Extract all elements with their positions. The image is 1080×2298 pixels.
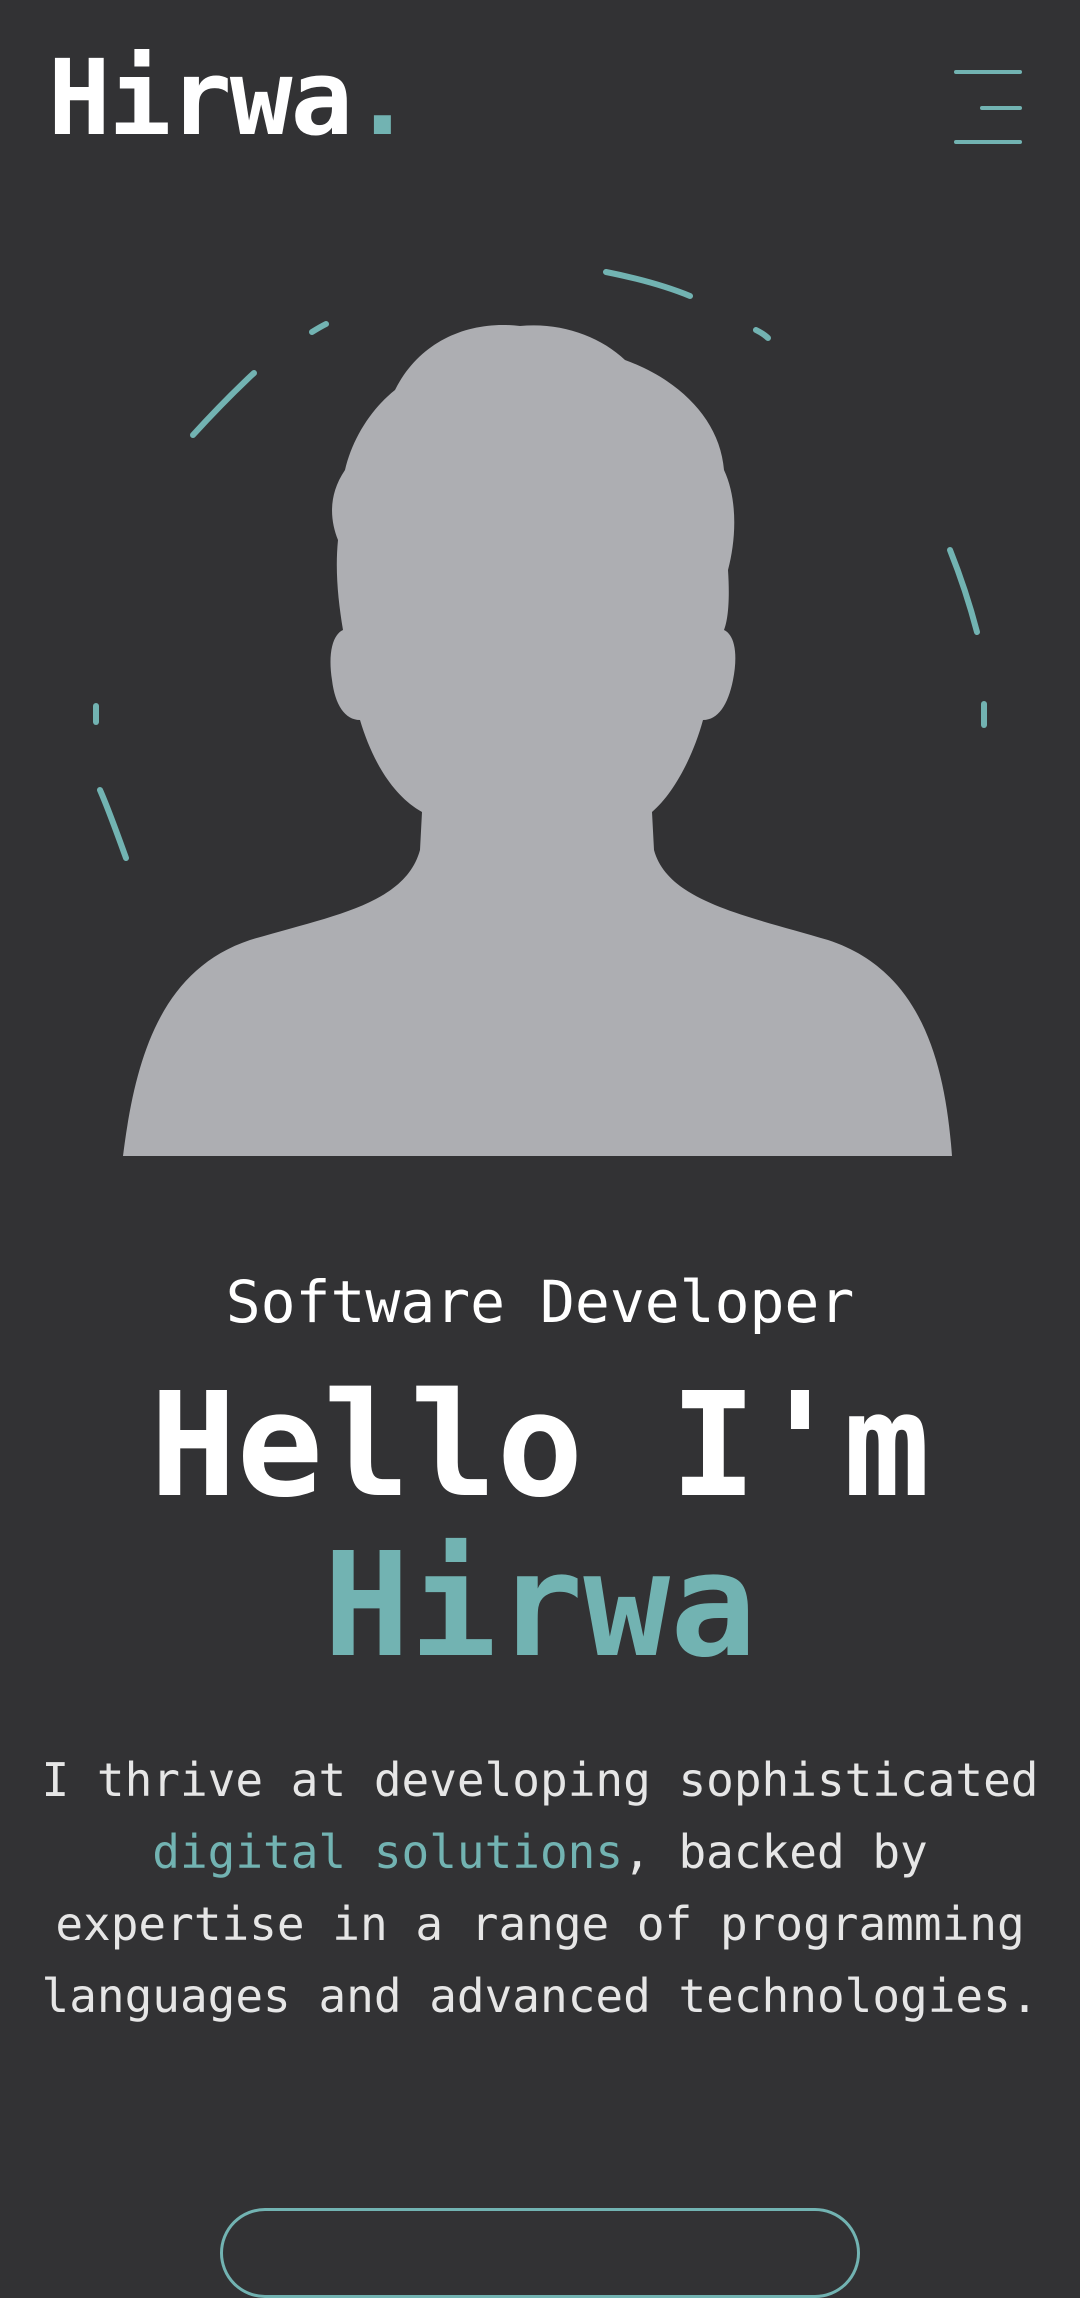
hamburger-menu-icon[interactable]: [940, 60, 1026, 150]
intro-description: I thrive at developing sophisticated dig…: [40, 1744, 1040, 2032]
person-silhouette-icon: [123, 324, 952, 1156]
description-highlight: digital solutions: [152, 1825, 624, 1879]
logo-dot: .: [351, 37, 414, 159]
header: Hirwa.: [0, 0, 1080, 200]
name-heading: Hirwa: [323, 1521, 757, 1689]
profile-avatar: [93, 269, 987, 1156]
greeting-heading: Hello I'm: [149, 1361, 931, 1529]
logo[interactable]: Hirwa.: [48, 46, 414, 150]
hero-image: [0, 240, 1080, 1160]
role-subtitle: Software Developer: [225, 1268, 855, 1336]
logo-text: Hirwa: [48, 37, 353, 159]
cta-button[interactable]: [220, 2208, 860, 2298]
description-text-1: I thrive at developing sophisticated: [41, 1753, 1039, 1807]
